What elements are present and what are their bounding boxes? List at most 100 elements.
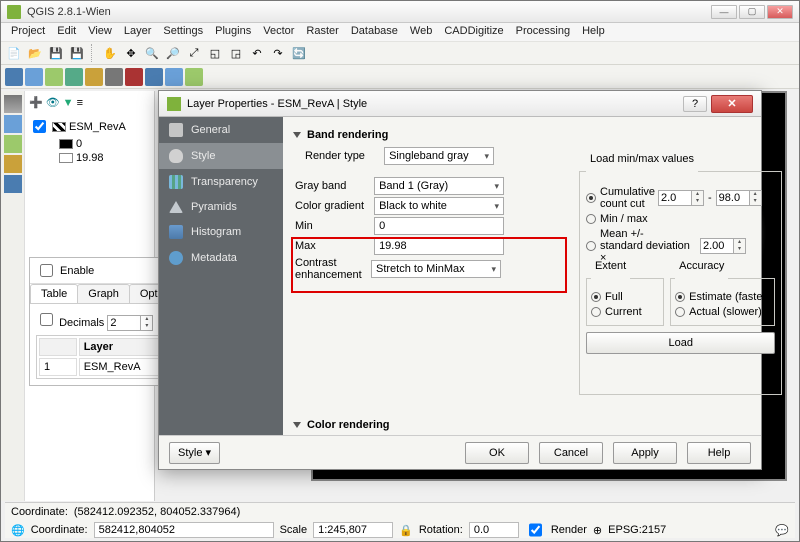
refresh-icon[interactable]: 🔄 <box>290 44 308 62</box>
dialog-close-button[interactable]: ✕ <box>711 95 753 113</box>
render-type-combo[interactable]: Singleband gray <box>384 147 494 165</box>
min-input[interactable] <box>374 217 504 235</box>
rotation-input[interactable] <box>469 522 519 538</box>
zoom-last-icon[interactable]: ↶ <box>248 44 266 62</box>
menu-plugins[interactable]: Plugins <box>215 25 251 39</box>
ok-button[interactable]: OK <box>465 442 529 464</box>
tool-icon[interactable] <box>25 68 43 86</box>
scale-input[interactable] <box>313 522 393 538</box>
sidebar-item-transparency[interactable]: Transparency <box>159 169 283 195</box>
new-project-icon[interactable]: 📄 <box>5 44 23 62</box>
tool-icon[interactable] <box>185 68 203 86</box>
sidebar-item-style[interactable]: Style <box>159 143 283 169</box>
cum-hi-spinner[interactable]: ▴▾ <box>716 190 762 206</box>
band-rendering-header[interactable]: Band rendering <box>293 129 751 141</box>
cumulative-radio[interactable]: Cumulativecount cut ▴▾ - ▴▾ % <box>586 186 775 210</box>
color-rendering-header[interactable]: Color rendering <box>293 419 390 431</box>
tab-graph[interactable]: Graph <box>77 284 130 303</box>
scale-label: Scale <box>280 524 308 536</box>
apply-button[interactable]: Apply <box>613 442 677 464</box>
dialog-help-button[interactable]: ? <box>683 96 707 112</box>
menu-view[interactable]: View <box>88 25 112 39</box>
style-button[interactable]: Style ▾ <box>169 442 220 464</box>
manage-visibility-icon[interactable]: 👁 <box>46 96 60 109</box>
tab-table[interactable]: Table <box>30 284 78 303</box>
menu-raster[interactable]: Raster <box>306 25 338 39</box>
zoom-layer-icon[interactable]: ◱ <box>206 44 224 62</box>
tool-icon[interactable] <box>5 68 23 86</box>
messages-icon[interactable]: 💬 <box>775 524 789 537</box>
sidebar-item-general[interactable]: General <box>159 117 283 143</box>
save-icon[interactable]: 💾 <box>47 44 65 62</box>
sidebar-item-metadata[interactable]: Metadata <box>159 245 283 271</box>
db-layer-icon[interactable] <box>4 175 22 193</box>
tool-icon[interactable] <box>45 68 63 86</box>
color-gradient-combo[interactable]: Black to white <box>374 197 504 215</box>
wms-layer-icon[interactable] <box>4 135 22 153</box>
coord-input[interactable] <box>94 522 274 538</box>
csv-layer-icon[interactable] <box>4 155 22 173</box>
menu-vector[interactable]: Vector <box>263 25 294 39</box>
tool-icon[interactable] <box>105 68 123 86</box>
scale-lock-icon[interactable]: 🔒 <box>399 524 413 537</box>
zoom-in-icon[interactable]: 🔍 <box>143 44 161 62</box>
menu-help[interactable]: Help <box>582 25 605 39</box>
decimals-checkbox[interactable] <box>40 313 53 326</box>
sidebar-item-pyramids[interactable]: Pyramids <box>159 195 283 219</box>
enable-checkbox[interactable] <box>40 264 53 277</box>
rotation-label: Rotation: <box>419 524 463 536</box>
accuracy-actual-radio[interactable]: Actual (slower) <box>675 306 770 318</box>
open-icon[interactable]: 📂 <box>26 44 44 62</box>
minmax-radio[interactable]: Min / max <box>586 213 775 225</box>
zoom-next-icon[interactable]: ↷ <box>269 44 287 62</box>
zoom-out-icon[interactable]: 🔎 <box>164 44 182 62</box>
crs-icon[interactable]: ⊕ <box>593 524 602 537</box>
pan-icon[interactable]: ✋ <box>101 44 119 62</box>
raster-layer-icon[interactable] <box>4 115 22 133</box>
layer-name[interactable]: ESM_RevA <box>69 121 126 133</box>
globe-icon[interactable]: 🌐 <box>11 524 25 537</box>
tool-icon[interactable] <box>85 68 103 86</box>
menu-project[interactable]: Project <box>11 25 45 39</box>
accuracy-estimate-radio[interactable]: Estimate (faster) <box>675 291 770 303</box>
load-button[interactable]: Load <box>586 332 775 354</box>
extent-full-radio[interactable]: Full <box>591 291 659 303</box>
cum-lo-spinner[interactable]: ▴▾ <box>658 190 704 206</box>
coord-long-label: Coordinate: <box>11 506 68 518</box>
menu-layer[interactable]: Layer <box>124 25 152 39</box>
pan-center-icon[interactable]: ✥ <box>122 44 140 62</box>
zoom-selection-icon[interactable]: ◲ <box>227 44 245 62</box>
vector-layer-icon[interactable] <box>4 95 22 113</box>
zoom-full-icon[interactable]: ⤢ <box>185 44 203 62</box>
add-group-icon[interactable]: ➕ <box>29 96 43 109</box>
extent-current-radio[interactable]: Current <box>591 306 659 318</box>
save-as-icon[interactable]: 💾 <box>68 44 86 62</box>
filter-icon[interactable]: ▼ <box>63 97 74 109</box>
crs-label[interactable]: EPSG:2157 <box>608 524 666 536</box>
menu-edit[interactable]: Edit <box>57 25 76 39</box>
help-button[interactable]: Help <box>687 442 751 464</box>
gray-band-combo[interactable]: Band 1 (Gray) <box>374 177 504 195</box>
tool-icon[interactable] <box>165 68 183 86</box>
menu-database[interactable]: Database <box>351 25 398 39</box>
layer-swatch-icon <box>52 122 66 132</box>
mean-radio[interactable]: Mean +/-standard deviation × ▴▾ <box>586 228 775 264</box>
expand-icon[interactable]: ≡ <box>77 97 83 109</box>
menu-processing[interactable]: Processing <box>516 25 570 39</box>
close-button[interactable]: ✕ <box>767 5 793 19</box>
menu-web[interactable]: Web <box>410 25 432 39</box>
render-checkbox[interactable] <box>529 522 542 538</box>
tool-icon[interactable] <box>125 68 143 86</box>
menu-caddigitize[interactable]: CADDigitize <box>444 25 503 39</box>
decimals-spinner[interactable]: ▴▾ <box>107 315 153 331</box>
layer-visibility-checkbox[interactable] <box>33 120 46 133</box>
tool-icon[interactable] <box>65 68 83 86</box>
coord-label: Coordinate: <box>31 524 88 536</box>
minimize-button[interactable]: — <box>711 5 737 19</box>
mean-spinner[interactable]: ▴▾ <box>700 238 746 254</box>
tool-icon[interactable] <box>145 68 163 86</box>
cancel-button[interactable]: Cancel <box>539 442 603 464</box>
menu-settings[interactable]: Settings <box>163 25 203 39</box>
sidebar-item-histogram[interactable]: Histogram <box>159 219 283 245</box>
maximize-button[interactable]: ▢ <box>739 5 765 19</box>
